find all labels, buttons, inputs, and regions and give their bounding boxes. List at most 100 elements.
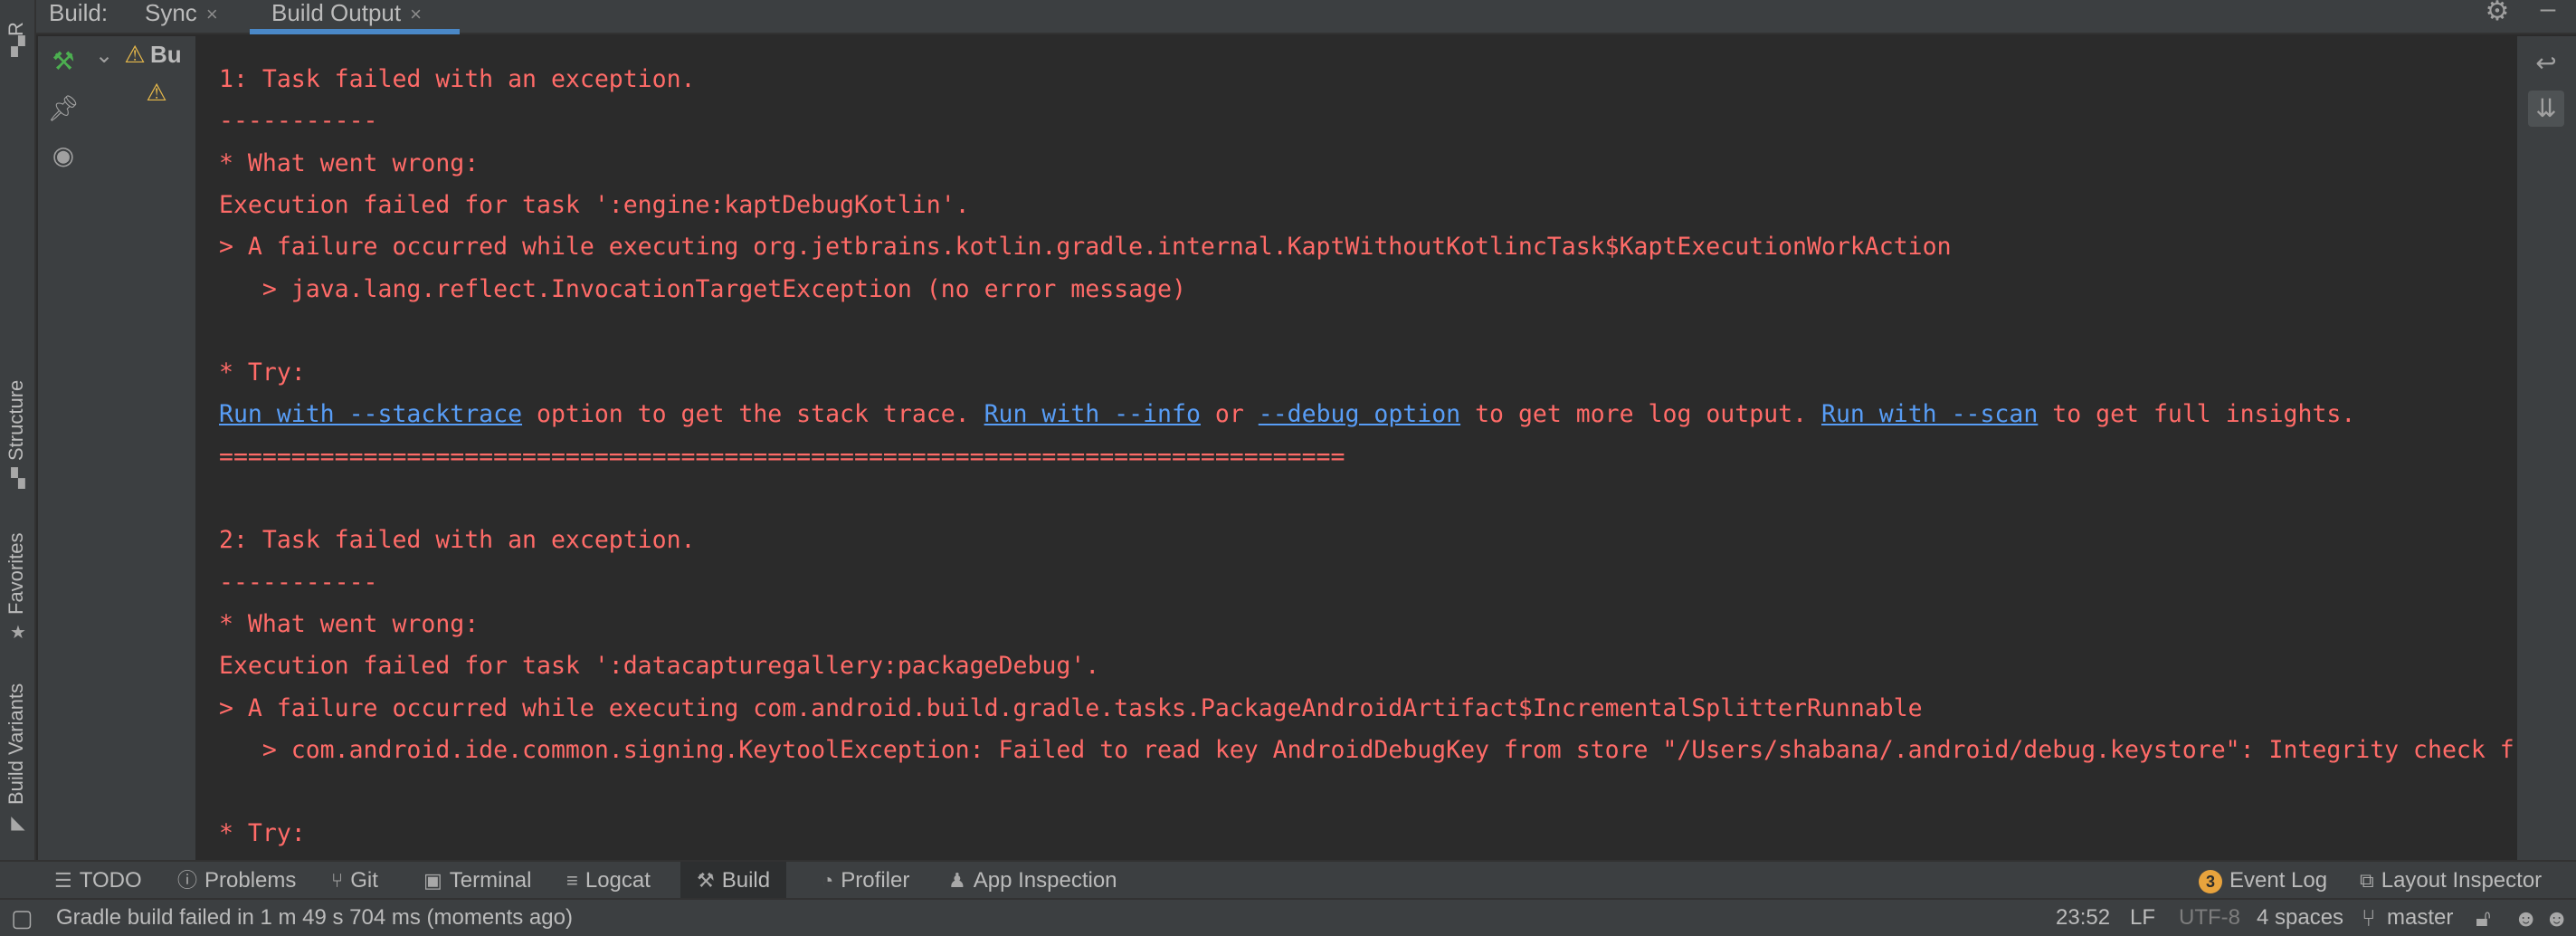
console-text: ========================================… [219,442,1345,471]
tool-window-layout-inspector[interactable]: ⧉ Layout Inspector [2360,862,2542,900]
tool-window-profiler[interactable]: ◔ Profiler [822,862,909,900]
console-line: > A failure occurred while executing com… [219,692,1923,726]
console-line: ========================================… [219,440,1345,474]
git-branch-icon: ⑂ [2362,904,2376,931]
console-text: * Try: [219,819,306,848]
console-link[interactable]: Run with --info [984,400,1201,428]
build-label: Build: [49,0,109,26]
tool-window-app-inspection[interactable]: ♟ App Inspection [948,862,1117,900]
sidebar-item-structure[interactable]: Structure ▚ [2,362,34,493]
console-text: to get more log output. [1460,400,1821,429]
console-right-toolbar: ↩ ⇊ [2517,36,2576,860]
tool-window-git[interactable]: ⑂ Git [331,862,378,900]
warning-icon: ⚠ [146,79,167,106]
tool-window-label: TODO [79,868,142,893]
tool-window-terminal[interactable]: ▣ Terminal [423,862,532,900]
tab-build-output[interactable]: Build Output × [250,0,460,34]
console-line: ----------- [219,104,378,138]
terminal-icon: ▣ [423,869,442,892]
smiley-icon[interactable]: ☻ [2514,900,2538,936]
soft-wrap-icon[interactable]: ↩ [2528,45,2564,81]
console-line: Execution failed for task ':engine:kaptD… [219,188,970,223]
scroll-to-end-icon[interactable]: ⇊ [2528,91,2564,127]
console-text: * What went wrong: [219,148,480,177]
sidebar-item-label: Structure [5,379,27,461]
close-icon[interactable]: × [410,3,422,25]
console-text: to get full insights. [2038,400,2356,429]
left-stripe-top-tab[interactable]: R ▞ [2,0,34,63]
tool-window-todo[interactable]: ☰ TODO [54,862,142,900]
tool-window-logcat[interactable]: ≡ Logcat [566,862,651,900]
console-text: 1: Task failed with an exception. [219,65,696,93]
console-text: or [1200,400,1259,429]
app-inspection-icon: ♟ [948,869,966,892]
tab-sync-label: Sync [145,0,197,26]
console-text: option to get the stack trace. [522,400,984,429]
tool-window-label: Terminal [449,868,532,893]
close-icon[interactable]: × [206,3,218,25]
console-line: > java.lang.reflect.InvocationTargetExce… [219,272,1186,307]
console-text: > A failure occurred while executing org… [219,233,1952,262]
list-icon: ☰ [54,869,72,892]
tool-window-label: Logcat [585,868,651,893]
warning-icon: ⚠ [124,41,146,68]
console-text: > A failure occurred while executing com… [219,693,1923,722]
tool-window-label: Event Log [2229,868,2328,893]
resource-manager-icon: ▞ [11,37,25,57]
console-link[interactable]: --debug option [1259,400,1460,428]
indent-setting[interactable]: 4 spaces [2257,900,2343,936]
sidebar-item-favorites[interactable]: Favorites ★ [2,521,34,647]
status-message[interactable]: Gradle build failed in 1 m 49 s 704 ms (… [56,900,573,936]
console-line: 1: Task failed with an exception. [219,62,696,97]
console-line: * What went wrong: [219,607,479,642]
console-line: > com.android.ide.common.signing.Keytool… [219,733,2514,768]
tab-sync[interactable]: Sync × [145,0,218,34]
face-icon[interactable]: ☻ [2544,900,2569,936]
build-variants-icon: ◣ [11,813,25,833]
profiler-icon: ◔ [822,869,834,892]
tool-window-event-log[interactable]: 3 Event Log [2199,862,2327,900]
toggle-tool-windows-icon[interactable]: ▢ [11,900,33,936]
tool-window-label: Build [721,868,771,893]
tree-row-child[interactable]: ⚠ [141,74,172,110]
tab-build-output-label: Build Output [271,0,402,26]
console-line: * Try: [219,817,306,851]
tool-window-label: Layout Inspector [2381,868,2543,893]
tool-window-build[interactable]: ⚒ Build [680,862,787,900]
console-line: Execution failed for task ':datacaptureg… [219,649,1099,683]
layout-inspector-icon: ⧉ [2360,869,2374,892]
console-link[interactable]: Run with --scan [1821,400,2038,428]
console-link[interactable]: Run with --stacktrace [219,400,522,428]
file-encoding[interactable]: UTF-8 [2179,900,2240,936]
eye-icon[interactable]: ◉ [45,138,81,174]
hammer-icon[interactable]: ⚒ [45,43,81,80]
tree-root-label: Bu [150,41,182,68]
build-console-output[interactable]: 1: Task failed with an exception. -------… [199,36,2515,860]
cursor-position[interactable]: 23:52 [2056,900,2110,936]
info-icon: ⓘ [177,869,198,892]
line-separator[interactable]: LF [2130,900,2155,936]
console-text: Execution failed for task ':engine:kaptD… [219,190,970,219]
event-log-badge: 3 [2199,870,2222,893]
tree-row-build[interactable]: ⌄ ⚠ Bu [89,36,182,72]
console-text: ----------- [219,107,378,136]
console-text: Execution failed for task ':datacaptureg… [219,652,1100,681]
star-icon: ★ [10,623,26,643]
minimize-icon[interactable]: – [2532,0,2564,25]
console-text: * What went wrong: [219,609,480,638]
tool-window-label: Profiler [841,868,910,893]
console-text: > java.lang.reflect.InvocationTargetExce… [219,274,1186,303]
console-line: Run with --stacktrace option to get the … [219,397,2355,432]
chevron-down-icon[interactable]: ⌄ [89,38,119,74]
console-line: * Try: [219,356,306,390]
tool-window-problems[interactable]: ⓘ Problems [177,862,296,900]
build-tab-bar: Build: Sync × Build Output × ⚙ – [0,0,2576,34]
sidebar-item-build-variants[interactable]: Build Variants ◣ [2,674,34,837]
tool-window-label: Problems [204,868,297,893]
console-line: * What went wrong: [219,147,479,181]
unlock-icon[interactable]: 🔓︎ [2476,900,2491,936]
gear-icon[interactable]: ⚙ [2481,0,2514,25]
console-line: 2: Task failed with an exception. [219,523,696,558]
pin-icon[interactable]: 📌︎ [45,91,81,127]
git-branch[interactable]: master [2387,900,2453,936]
